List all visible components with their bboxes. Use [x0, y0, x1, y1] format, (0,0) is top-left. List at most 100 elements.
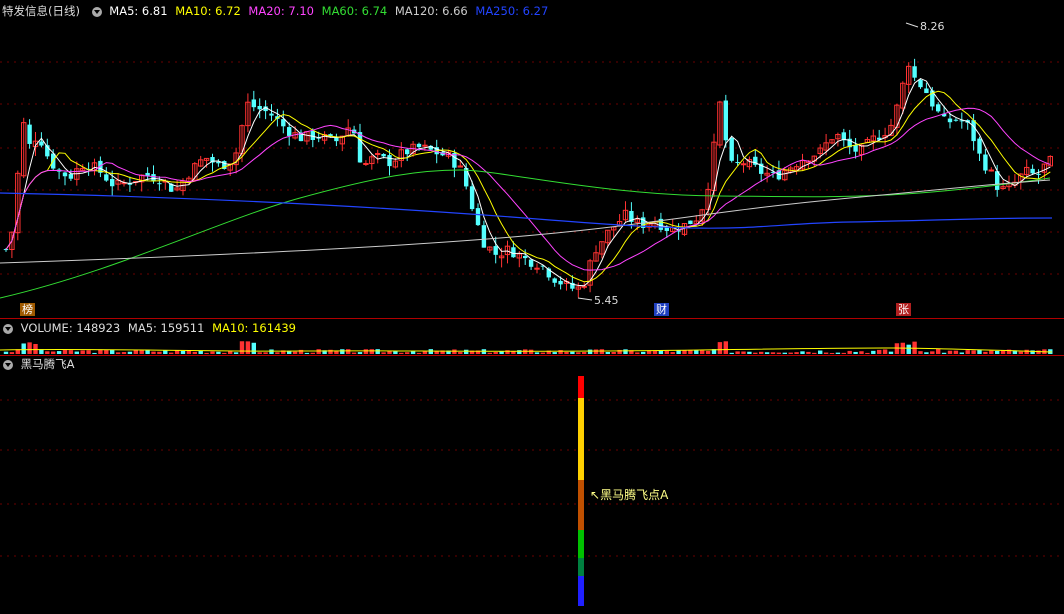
- candle-body: [151, 174, 156, 182]
- volume-bar: [80, 350, 85, 354]
- volume-bar: [139, 350, 144, 354]
- volume-bar: [570, 351, 575, 354]
- volume-panel-toggle-icon[interactable]: [3, 323, 13, 334]
- ma250-line: [0, 192, 1053, 229]
- candle-body: [953, 119, 959, 121]
- volume-bar: [363, 349, 369, 354]
- volume-bar: [228, 351, 233, 354]
- candle-body: [936, 104, 941, 112]
- volume-bar: [764, 352, 770, 354]
- volume-bar: [664, 351, 669, 354]
- volume-bar: [971, 350, 976, 354]
- volume-bar: [239, 341, 245, 354]
- candle-body: [387, 155, 392, 167]
- candle-body: [475, 208, 481, 226]
- volume-bar: [257, 352, 262, 354]
- volume-bar: [68, 350, 74, 354]
- high-marker: [905, 22, 919, 28]
- price-chart[interactable]: [0, 18, 1064, 318]
- volume-bar: [723, 341, 728, 354]
- volume-bar: [717, 342, 723, 354]
- volume-bar: [700, 350, 705, 354]
- volume-bar: [464, 349, 469, 354]
- volume-bar: [859, 351, 864, 354]
- low-price-label: 5.45: [594, 294, 619, 307]
- indicator-chart[interactable]: [0, 356, 1064, 614]
- volume-bar: [528, 349, 534, 354]
- volume-bar: [853, 351, 858, 354]
- volume-bar: [180, 350, 186, 354]
- volume-bar: [92, 352, 97, 354]
- volume-bar: [888, 351, 894, 354]
- volume-bar: [410, 351, 416, 354]
- volume-bar: [841, 352, 846, 354]
- candle-body: [581, 285, 587, 288]
- volume-bar: [694, 350, 699, 354]
- candle-body: [523, 256, 528, 259]
- volume-bar: [587, 349, 593, 354]
- volume-bar: [983, 351, 988, 354]
- volume-bar: [452, 349, 457, 354]
- volume-bar: [977, 349, 982, 354]
- volume-bar: [894, 343, 900, 354]
- volume-bar: [1018, 351, 1023, 354]
- volume-bar: [818, 350, 823, 354]
- volume-bar: [770, 352, 776, 354]
- candle-body: [971, 120, 976, 142]
- volume-bar: [151, 351, 156, 354]
- volume-bar: [186, 350, 192, 354]
- candle-body: [481, 225, 487, 248]
- volume-bar: [222, 352, 227, 354]
- signal-bar-segment: [578, 530, 584, 558]
- volume-bar: [623, 349, 628, 354]
- volume-bar: [611, 352, 616, 354]
- candle-body: [1030, 168, 1035, 174]
- chart-title: 特发信息(日线): [2, 4, 80, 18]
- candle-body: [27, 124, 32, 144]
- volume-bar: [776, 352, 782, 354]
- low-marker: [577, 297, 593, 301]
- volume-bar: [847, 350, 852, 354]
- volume-bar: [941, 352, 947, 354]
- volume-bar: [1036, 350, 1041, 354]
- signal-bar-segment: [578, 558, 584, 576]
- candle-body: [534, 267, 540, 270]
- volume-bar: [33, 343, 38, 354]
- candle-body: [416, 143, 422, 148]
- volume-bar: [351, 352, 357, 354]
- volume-chart[interactable]: [0, 337, 1064, 355]
- volume-bar: [115, 352, 121, 354]
- volume-bar: [936, 349, 941, 354]
- volume-bar: [263, 352, 268, 354]
- volume-bar: [493, 351, 498, 354]
- volume-bar: [782, 352, 787, 354]
- volume-bar: [829, 352, 835, 354]
- volume-bar: [387, 351, 392, 354]
- candle-body: [947, 118, 953, 123]
- volume-bar: [682, 350, 687, 354]
- event-tag-zhang[interactable]: 张: [896, 303, 911, 316]
- volume-bar: [517, 350, 522, 354]
- volume-bar: [882, 349, 888, 354]
- event-tag-cai[interactable]: 财: [654, 303, 669, 316]
- volume-bar: [753, 352, 758, 354]
- candle-body: [528, 259, 534, 267]
- volume-bar: [381, 352, 386, 354]
- volume-bar: [292, 351, 298, 354]
- volume-bar: [56, 351, 62, 354]
- volume-bar: [21, 343, 26, 354]
- volume-bar: [812, 352, 817, 354]
- ma120-legend: MA120: 6.66: [394, 4, 468, 18]
- event-tag-bang[interactable]: 榜: [20, 303, 35, 316]
- candle-body: [257, 105, 262, 110]
- price-panel-toggle-icon[interactable]: [91, 6, 102, 17]
- volume-bar: [192, 351, 197, 354]
- volume-bar: [534, 352, 540, 354]
- volume-bar: [906, 344, 911, 354]
- candle-body: [977, 138, 982, 154]
- volume-bar: [357, 352, 363, 354]
- volume-bar: [369, 349, 374, 354]
- candle-body: [104, 174, 109, 181]
- volume-bar: [930, 351, 935, 354]
- volume-bar: [340, 349, 345, 354]
